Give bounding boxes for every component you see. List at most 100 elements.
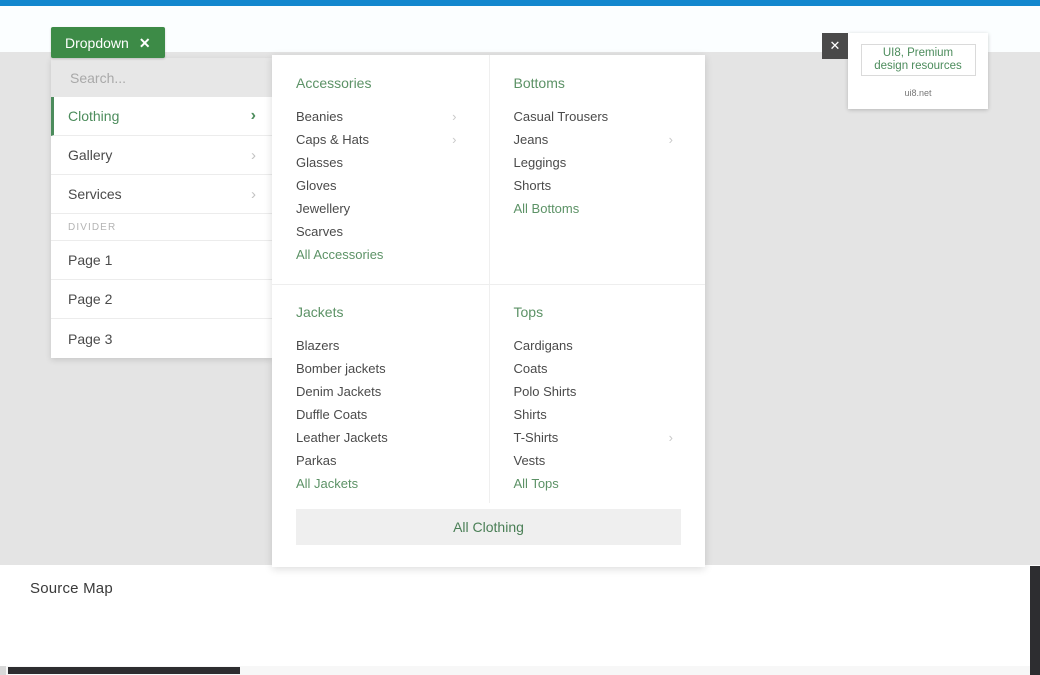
mega-column-bottoms: Bottoms Casual Trousers Jeans › Leggings…	[489, 55, 706, 284]
menu-link-label: Cardigans	[514, 337, 573, 354]
menu-link-label: Leggings	[514, 154, 567, 171]
menu-link-vests[interactable]: Vests	[514, 449, 682, 472]
all-clothing-button[interactable]: All Clothing	[296, 509, 681, 545]
vertical-scrollbar[interactable]	[1030, 566, 1040, 675]
close-icon[interactable]: ✕	[139, 36, 151, 50]
menu-link-label: Leather Jackets	[296, 429, 388, 446]
screen: Source Map Dropdown ✕ Clothing › Gallery…	[0, 0, 1040, 675]
menu-link-label: Casual Trousers	[514, 108, 609, 125]
menu-link-label: All Jackets	[296, 475, 358, 492]
sidebar-divider-label: DIVIDER	[51, 214, 272, 241]
column-title: Tops	[514, 304, 682, 320]
menu-link-label: Beanies	[296, 108, 343, 125]
horizontal-scrollbar-thumb[interactable]	[8, 667, 240, 674]
menu-link-caps-and-hats[interactable]: Caps & Hats ›	[296, 128, 465, 151]
menu-link-label: All Bottoms	[514, 200, 580, 217]
horizontal-scrollbar-track[interactable]	[0, 666, 1030, 675]
sidebar-item-label: Gallery	[68, 147, 112, 163]
sidebar-item-gallery[interactable]: Gallery ›	[51, 136, 272, 175]
menu-link-label: Scarves	[296, 223, 343, 240]
chevron-right-icon: ›	[452, 131, 464, 148]
menu-link-cardigans[interactable]: Cardigans	[514, 334, 682, 357]
menu-link-label: Shorts	[514, 177, 552, 194]
menu-link-label: Gloves	[296, 177, 336, 194]
mega-column-accessories: Accessories Beanies › Caps & Hats › Glas…	[272, 55, 489, 284]
search-row	[51, 58, 272, 97]
menu-link-denim-jackets[interactable]: Denim Jackets	[296, 380, 465, 403]
menu-link-all-bottoms[interactable]: All Bottoms	[514, 197, 682, 220]
menu-link-beanies[interactable]: Beanies ›	[296, 105, 465, 128]
mega-menu-row-divider	[272, 284, 705, 285]
menu-link-shirts[interactable]: Shirts	[514, 403, 682, 426]
sidebar-item-clothing[interactable]: Clothing ›	[51, 97, 272, 136]
menu-link-t-shirts[interactable]: T-Shirts ›	[514, 426, 682, 449]
menu-link-label: Duffle Coats	[296, 406, 367, 423]
ad-close-button[interactable]: ✕	[822, 33, 848, 59]
menu-link-label: Vests	[514, 452, 546, 469]
menu-link-label: T-Shirts	[514, 429, 559, 446]
sidebar-item-label: Page 1	[68, 252, 112, 268]
mega-menu-panel: Accessories Beanies › Caps & Hats › Glas…	[272, 55, 705, 567]
menu-link-label: All Tops	[514, 475, 559, 492]
chevron-right-icon: ›	[452, 108, 464, 125]
mega-menu-footer: All Clothing	[272, 509, 705, 567]
sidebar-item-page-1[interactable]: Page 1	[51, 241, 272, 280]
ad-domain: ui8.net	[904, 88, 931, 98]
column-title: Bottoms	[514, 75, 682, 91]
sidebar-item-label: Page 2	[68, 291, 112, 307]
sidebar-item-label: Page 3	[68, 331, 112, 347]
menu-link-label: All Accessories	[296, 246, 383, 263]
menu-link-bomber-jackets[interactable]: Bomber jackets	[296, 357, 465, 380]
chevron-right-icon: ›	[251, 148, 256, 163]
menu-link-label: Caps & Hats	[296, 131, 369, 148]
menu-link-duffle-coats[interactable]: Duffle Coats	[296, 403, 465, 426]
menu-link-all-tops[interactable]: All Tops	[514, 472, 682, 495]
sidebar-item-services[interactable]: Services ›	[51, 175, 272, 214]
column-title: Accessories	[296, 75, 465, 91]
chevron-right-icon: ›	[251, 108, 256, 124]
mega-menu-grid: Accessories Beanies › Caps & Hats › Glas…	[272, 55, 705, 503]
menu-link-label: Coats	[514, 360, 548, 377]
sidebar-item-label: Services	[68, 186, 122, 202]
menu-link-label: Jeans	[514, 131, 549, 148]
menu-link-blazers[interactable]: Blazers	[296, 334, 465, 357]
menu-link-coats[interactable]: Coats	[514, 357, 682, 380]
menu-link-scarves[interactable]: Scarves	[296, 220, 465, 243]
menu-link-glasses[interactable]: Glasses	[296, 151, 465, 174]
dropdown-trigger-label: Dropdown	[65, 35, 129, 51]
sidebar-item-page-3[interactable]: Page 3	[51, 319, 272, 358]
search-input[interactable]	[68, 69, 252, 87]
menu-link-label: Jewellery	[296, 200, 350, 217]
menu-link-gloves[interactable]: Gloves	[296, 174, 465, 197]
dropdown-trigger-button[interactable]: Dropdown ✕	[51, 27, 165, 58]
menu-link-label: Denim Jackets	[296, 383, 381, 400]
chevron-right-icon: ›	[251, 187, 256, 202]
chevron-right-icon: ›	[669, 429, 681, 446]
menu-link-casual-trousers[interactable]: Casual Trousers	[514, 105, 682, 128]
source-map-label: Source Map	[30, 580, 113, 597]
menu-link-polo-shirts[interactable]: Polo Shirts	[514, 380, 682, 403]
menu-link-leather-jackets[interactable]: Leather Jackets	[296, 426, 465, 449]
column-title: Jackets	[296, 304, 465, 320]
menu-link-jewellery[interactable]: Jewellery	[296, 197, 465, 220]
menu-link-leggings[interactable]: Leggings	[514, 151, 682, 174]
mega-column-tops: Tops Cardigans Coats Polo Shirts Shirts …	[489, 284, 706, 503]
ad-overlay[interactable]: UI8, Premium design resources ui8.net	[848, 33, 988, 109]
menu-link-label: Parkas	[296, 452, 336, 469]
lower-content-area	[0, 565, 1040, 675]
chevron-right-icon: ›	[669, 131, 681, 148]
menu-link-label: Glasses	[296, 154, 343, 171]
menu-link-all-jackets[interactable]: All Jackets	[296, 472, 465, 495]
mega-column-jackets: Jackets Blazers Bomber jackets Denim Jac…	[272, 284, 489, 503]
sidebar-item-label: Clothing	[68, 108, 119, 124]
menu-link-parkas[interactable]: Parkas	[296, 449, 465, 472]
sidebar-item-page-2[interactable]: Page 2	[51, 280, 272, 319]
menu-link-shorts[interactable]: Shorts	[514, 174, 682, 197]
menu-link-jeans[interactable]: Jeans ›	[514, 128, 682, 151]
dropdown-nav-panel: Clothing › Gallery › Services › DIVIDER …	[51, 58, 272, 358]
menu-link-all-accessories[interactable]: All Accessories	[296, 243, 465, 266]
menu-link-label: Blazers	[296, 337, 339, 354]
scrollbar-corner	[0, 666, 6, 675]
menu-link-label: Bomber jackets	[296, 360, 386, 377]
menu-link-label: Polo Shirts	[514, 383, 577, 400]
